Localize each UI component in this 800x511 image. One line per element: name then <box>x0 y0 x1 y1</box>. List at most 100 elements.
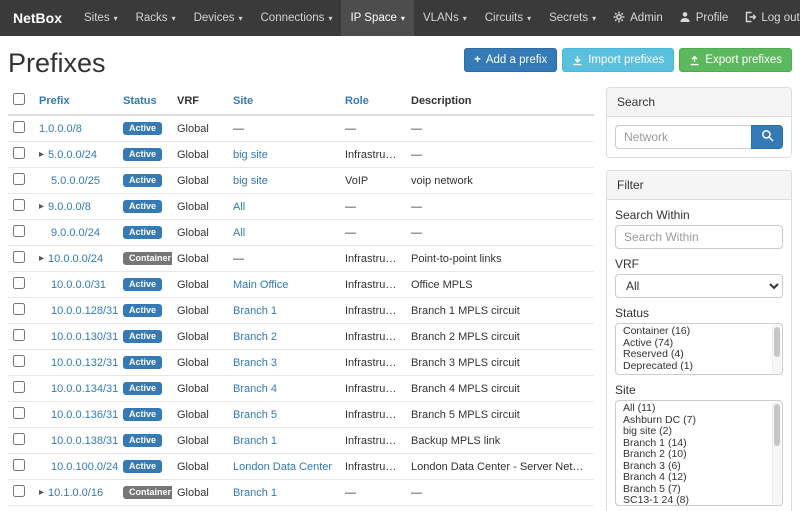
prefix-link[interactable]: 1.0.0.0/8 <box>39 123 82 135</box>
prefix-link[interactable]: 10.0.0.132/31 <box>51 357 118 369</box>
site-link[interactable]: Branch 3 <box>233 357 277 369</box>
row-checkbox[interactable] <box>13 329 25 341</box>
row-checkbox[interactable] <box>13 147 25 159</box>
admin-label: Admin <box>630 12 663 24</box>
option-item[interactable]: Branch 3 (6) <box>616 461 770 473</box>
prefix-link[interactable]: 10.0.0.128/31 <box>51 305 118 317</box>
prefix-link[interactable]: 10.1.0.0/16 <box>48 487 103 499</box>
prefix-link[interactable]: 9.0.0.0/24 <box>51 227 100 239</box>
search-within-input[interactable] <box>615 225 783 249</box>
description-cell: — <box>406 194 594 220</box>
site-link[interactable]: Branch 2 <box>233 331 277 343</box>
expand-caret-icon: ▸ <box>39 149 44 160</box>
admin-link[interactable]: Admin <box>605 0 671 36</box>
site-link[interactable]: Branch 1 <box>233 487 277 499</box>
row-checkbox[interactable] <box>13 121 25 133</box>
nav-item-devices[interactable]: Devices▾ <box>185 0 252 36</box>
site-link[interactable]: Branch 1 <box>233 435 277 447</box>
row-checkbox[interactable] <box>13 381 25 393</box>
option-item[interactable]: Branch 1 (14) <box>616 438 770 450</box>
prefix-link[interactable]: 9.0.0.0/8 <box>48 201 91 213</box>
site-link[interactable]: All <box>233 201 245 213</box>
site-cell: Branch 1 <box>228 480 340 506</box>
prefix-link[interactable]: 10.0.0.0/31 <box>51 279 106 291</box>
logout-link[interactable]: Log out <box>736 0 800 36</box>
profile-link[interactable]: Profile <box>671 0 737 36</box>
role-cell: Infrastructure <box>340 402 406 428</box>
row-checkbox[interactable] <box>13 173 25 185</box>
option-item[interactable]: Reserved (4) <box>616 349 770 361</box>
column-header-site[interactable]: Site <box>228 87 340 115</box>
prefix-link[interactable]: 10.0.0.138/31 <box>51 435 118 447</box>
option-item[interactable]: Container (16) <box>616 326 770 338</box>
prefix-link[interactable]: 5.0.0.0/25 <box>51 175 100 187</box>
site-link[interactable]: Main Office <box>233 279 288 291</box>
nav-item-label: Circuits <box>485 12 523 24</box>
site-link[interactable]: big site <box>233 149 268 161</box>
row-checkbox[interactable] <box>13 225 25 237</box>
nav-item-ip-space[interactable]: IP Space▾ <box>341 0 413 36</box>
add-prefix-button[interactable]: + Add a prefix <box>464 48 557 72</box>
column-header-role[interactable]: Role <box>340 87 406 115</box>
row-checkbox[interactable] <box>13 407 25 419</box>
row-checkbox[interactable] <box>13 485 25 497</box>
table-row: 10.0.0.132/31ActiveGlobalBranch 3Infrast… <box>8 350 594 376</box>
option-item[interactable]: big site (2) <box>616 426 770 438</box>
import-icon <box>572 55 583 66</box>
status-badge: Active <box>123 460 162 474</box>
prefix-link[interactable]: 10.0.0.130/31 <box>51 331 118 343</box>
option-item[interactable]: Ashburn DC (7) <box>616 415 770 427</box>
site-link[interactable]: Branch 5 <box>233 409 277 421</box>
brand-link[interactable]: NetBox <box>0 0 75 36</box>
option-item[interactable]: Branch 5 (7) <box>616 484 770 496</box>
site-cell: Branch 1 <box>228 506 340 511</box>
option-item[interactable]: SC13-1 24 (8) <box>616 495 770 506</box>
prefix-link[interactable]: 5.0.0.0/24 <box>48 149 97 161</box>
row-checkbox[interactable] <box>13 355 25 367</box>
user-icon <box>679 11 691 26</box>
option-item[interactable]: Deprecated (1) <box>616 361 770 373</box>
site-listbox[interactable]: All (11)Ashburn DC (7)big site (2)Branch… <box>615 400 783 506</box>
row-checkbox[interactable] <box>13 459 25 471</box>
search-button[interactable] <box>751 125 783 149</box>
row-checkbox[interactable] <box>13 251 25 263</box>
option-item[interactable]: All (11) <box>616 403 770 415</box>
row-checkbox[interactable] <box>13 277 25 289</box>
option-item[interactable]: Branch 2 (10) <box>616 449 770 461</box>
row-checkbox[interactable] <box>13 433 25 445</box>
row-checkbox[interactable] <box>13 199 25 211</box>
description-cell: — <box>406 115 594 142</box>
site-link[interactable]: All <box>233 227 245 239</box>
prefix-link[interactable]: 10.0.0.0/24 <box>48 253 103 265</box>
row-checkbox[interactable] <box>13 303 25 315</box>
export-prefixes-button[interactable]: Export prefixes <box>679 48 792 72</box>
nav-item-racks[interactable]: Racks▾ <box>127 0 185 36</box>
site-link[interactable]: big site <box>233 175 268 187</box>
prefix-link[interactable]: 10.0.0.136/31 <box>51 409 118 421</box>
import-prefixes-button[interactable]: Import prefixes <box>562 48 674 72</box>
scrollbar-track <box>772 325 781 373</box>
nav-item-secrets[interactable]: Secrets▾ <box>540 0 605 36</box>
scrollbar-thumb[interactable] <box>774 404 780 446</box>
column-header-prefix[interactable]: Prefix <box>34 87 118 115</box>
option-item[interactable]: Branch 4 (12) <box>616 472 770 484</box>
option-item[interactable]: Active (74) <box>616 338 770 350</box>
scrollbar-thumb[interactable] <box>774 327 780 357</box>
site-link[interactable]: Branch 4 <box>233 383 277 395</box>
search-input[interactable] <box>615 125 751 149</box>
prefix-link[interactable]: 10.0.0.134/31 <box>51 383 118 395</box>
nav-item-sites[interactable]: Sites▾ <box>75 0 127 36</box>
nav-item-circuits[interactable]: Circuits▾ <box>476 0 540 36</box>
prefix-link[interactable]: 10.0.100.0/24 <box>51 461 118 473</box>
column-header-status[interactable]: Status <box>118 87 172 115</box>
vrf-select[interactable]: All <box>615 274 783 298</box>
site-cell: All <box>228 194 340 220</box>
chevron-down-icon: ▾ <box>463 14 467 23</box>
nav-item-vlans[interactable]: VLANs▾ <box>414 0 476 36</box>
site-link[interactable]: Branch 1 <box>233 305 277 317</box>
site-link[interactable]: London Data Center <box>233 461 332 473</box>
nav-item-connections[interactable]: Connections▾ <box>252 0 342 36</box>
status-listbox[interactable]: Container (16)Active (74)Reserved (4)Dep… <box>615 323 783 375</box>
select-all-checkbox[interactable] <box>13 93 25 105</box>
table-row: 10.0.0.128/31ActiveGlobalBranch 1Infrast… <box>8 298 594 324</box>
